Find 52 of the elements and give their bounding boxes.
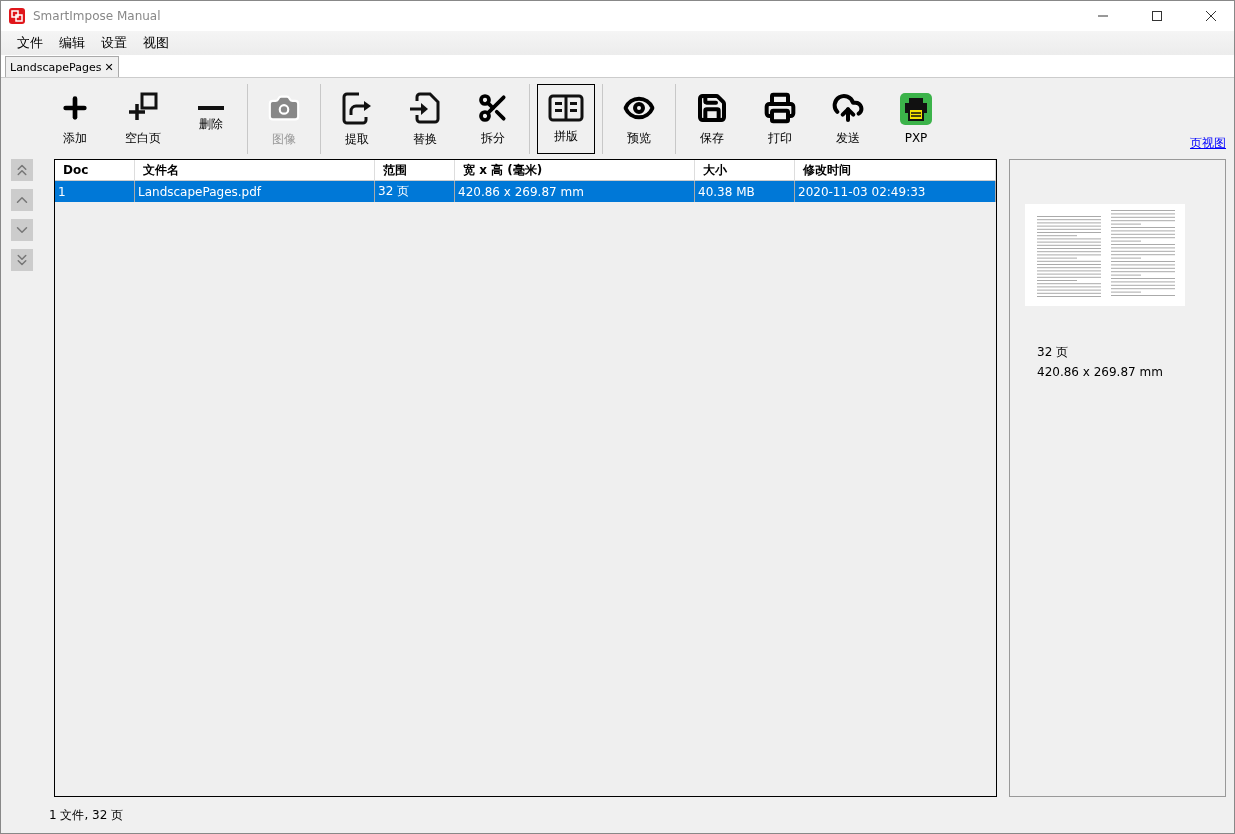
move-button[interactable] — [11, 249, 33, 271]
page-count: 32 页 — [1036, 344, 1070, 361]
window-title: SmartImpose Manual — [33, 9, 162, 23]
toolbar-button[interactable]: 发送 — [819, 84, 877, 154]
close-icon — [1206, 11, 1216, 21]
column-header[interactable]: 范围 — [375, 160, 455, 181]
menu-item[interactable]: 设置 — [93, 34, 135, 52]
toolbar-button[interactable]: 空白页 — [114, 84, 172, 154]
move-button[interactable] — [11, 219, 33, 241]
toolbar-button[interactable]: 打印 — [751, 84, 809, 154]
app-logo-icon — [9, 8, 25, 24]
column-header[interactable]: 大小 — [695, 160, 795, 181]
page-view-link[interactable]: 页视图 — [1190, 135, 1226, 152]
layout-icon — [548, 93, 584, 122]
toolbar-button[interactable]: 保存 — [683, 84, 741, 154]
table-cell[interactable]: 40.38 MB — [695, 181, 795, 202]
menu-item[interactable]: 文件 — [9, 34, 51, 52]
move-button[interactable] — [11, 159, 33, 181]
toolbar-button[interactable]: 替换 — [396, 84, 454, 154]
table-cell[interactable]: 420.86 x 269.87 mm — [455, 181, 695, 202]
toolbar-button[interactable]: 添加 — [46, 84, 104, 154]
menu-item[interactable]: 编辑 — [51, 34, 93, 52]
toolbar-button[interactable]: 拼版 — [537, 84, 595, 154]
tab-label: LandscapePages — [10, 60, 102, 74]
column-header[interactable]: 修改时间 — [795, 160, 996, 181]
scissors-icon — [477, 91, 509, 124]
maximize-icon — [1152, 11, 1162, 21]
cloud-upload-icon — [832, 91, 864, 124]
table-cell[interactable]: LandscapePages.pdf — [135, 181, 375, 202]
menu-item[interactable]: 视图 — [135, 34, 177, 52]
page-size: 420.86 x 269.87 mm — [1036, 365, 1164, 379]
column-header[interactable]: Doc — [55, 160, 135, 181]
table-cell[interactable]: 32 页 — [375, 181, 455, 202]
toolbar-button[interactable]: 拆分 — [464, 84, 522, 154]
move-button[interactable] — [11, 189, 33, 211]
table-cell[interactable]: 2020-11-03 02:49:33 — [795, 181, 996, 202]
import-icon — [408, 90, 442, 125]
toolbar-button[interactable]: 预览 — [610, 84, 668, 154]
toolbar-button[interactable]: 提取 — [328, 84, 386, 154]
document-tab[interactable]: LandscapePages ✕ — [5, 56, 119, 77]
column-header[interactable]: 文件名 — [135, 160, 375, 181]
export-icon — [341, 90, 373, 125]
status-text: 1 文件, 32 页 — [49, 806, 124, 824]
minus-icon — [198, 105, 224, 110]
save-icon — [696, 91, 728, 124]
table-cell[interactable]: 1 — [55, 181, 135, 202]
toolbar-button[interactable]: PXP — [887, 84, 945, 154]
printer-icon — [764, 91, 796, 124]
printer-icon — [900, 93, 932, 125]
column-header[interactable]: 宽 x 高 (毫米) — [455, 160, 695, 181]
toolbar-button[interactable]: 删除 — [182, 84, 240, 154]
tab-close-button[interactable]: ✕ — [104, 60, 114, 74]
